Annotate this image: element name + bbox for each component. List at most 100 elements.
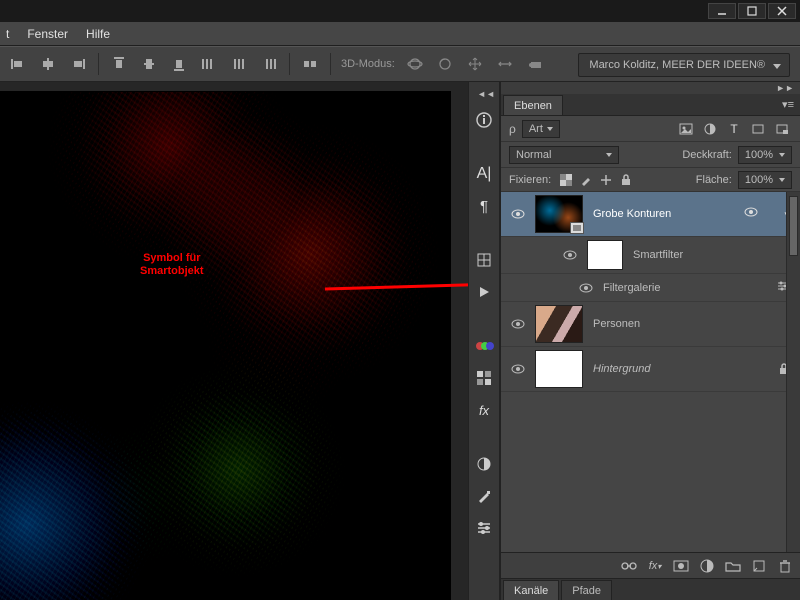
- layer-row[interactable]: Grobe Konturen ▾: [501, 192, 800, 237]
- layer-thumbnail[interactable]: [535, 350, 583, 388]
- blend-mode-dropdown[interactable]: Normal: [509, 146, 619, 164]
- lock-position-icon[interactable]: [599, 173, 613, 187]
- lock-label: Fixieren:: [509, 174, 551, 186]
- tab-paths[interactable]: Pfade: [561, 580, 612, 600]
- blend-mode-label: Normal: [516, 149, 551, 161]
- layer-row[interactable]: Hintergrund: [501, 347, 800, 392]
- workspace-switcher[interactable]: Marco Kolditz, MEER DER IDEEN®: [578, 53, 790, 77]
- 3d-slide-icon[interactable]: [495, 54, 515, 74]
- canvas-area: Symbol für Smartobjekt: [0, 82, 468, 600]
- menu-item-window[interactable]: Fenster: [27, 27, 68, 41]
- character-panel-icon[interactable]: A|: [470, 162, 498, 186]
- lock-row: Fixieren: Fläche: 100%: [501, 168, 800, 192]
- tab-channels[interactable]: Kanäle: [503, 580, 559, 600]
- brush-panel-icon[interactable]: [470, 484, 498, 508]
- layer-filter-row: ρ Art T: [501, 116, 800, 142]
- layer-row[interactable]: Filtergalerie: [501, 274, 800, 302]
- distribute-right-icon[interactable]: [259, 54, 279, 74]
- delete-layer-icon[interactable]: [776, 557, 794, 575]
- layer-mask-icon[interactable]: [672, 557, 690, 575]
- layers-list: Grobe Konturen ▾ Smartfilter Filtergaler…: [501, 192, 800, 552]
- window-minimize-button[interactable]: [708, 3, 736, 19]
- new-layer-icon[interactable]: [750, 557, 768, 575]
- layer-thumbnail[interactable]: [535, 305, 583, 343]
- window-maximize-button[interactable]: [738, 3, 766, 19]
- menu-item-cut[interactable]: t: [6, 27, 9, 41]
- adjustment-layer-icon[interactable]: [698, 557, 716, 575]
- smart-object-badge-icon: [570, 222, 584, 234]
- lock-pixels-icon[interactable]: [579, 173, 593, 187]
- layer-row[interactable]: Smartfilter: [501, 237, 800, 274]
- dock-collapse-button[interactable]: ◄◄: [469, 88, 499, 100]
- 3d-orbit-icon[interactable]: [405, 54, 425, 74]
- filter-adjust-icon[interactable]: [700, 120, 720, 138]
- layers-scrollbar[interactable]: [786, 192, 800, 552]
- grid-panel-icon[interactable]: [470, 248, 498, 272]
- visibility-toggle-icon[interactable]: [511, 317, 525, 331]
- paragraph-panel-icon[interactable]: ¶: [470, 194, 498, 218]
- adjustments-panel-icon[interactable]: [470, 452, 498, 476]
- info-panel-icon[interactable]: [470, 108, 498, 132]
- lock-transparency-icon[interactable]: [559, 173, 573, 187]
- fill-label: Fläche:: [696, 174, 732, 186]
- layer-row[interactable]: Personen: [501, 302, 800, 347]
- visibility-toggle-icon[interactable]: [563, 248, 577, 262]
- visibility-toggle-icon[interactable]: [511, 362, 525, 376]
- swatches-panel-icon[interactable]: [470, 334, 498, 358]
- panel-collapse-button[interactable]: ►►: [501, 82, 800, 94]
- divider: [289, 53, 290, 75]
- opacity-label: Deckkraft:: [682, 149, 732, 161]
- layer-style-icon[interactable]: fx▾: [646, 557, 664, 575]
- properties-panel-icon[interactable]: [470, 516, 498, 540]
- scrollbar-thumb[interactable]: [789, 196, 798, 256]
- 3d-roll-icon[interactable]: [435, 54, 455, 74]
- fill-value: 100%: [745, 174, 773, 186]
- distribute-hcenter-icon[interactable]: [229, 54, 249, 74]
- filter-pixel-icon[interactable]: [676, 120, 696, 138]
- layer-thumbnail[interactable]: [535, 195, 583, 233]
- distribute-left-icon[interactable]: [199, 54, 219, 74]
- filter-shape-icon[interactable]: [748, 120, 768, 138]
- distribute-bottom-icon[interactable]: [169, 54, 189, 74]
- 3d-pan-icon[interactable]: [465, 54, 485, 74]
- align-center-h-icon[interactable]: [38, 54, 58, 74]
- fx-panel-icon[interactable]: fx: [470, 398, 498, 422]
- layer-name: Personen: [593, 318, 790, 330]
- opacity-input[interactable]: 100%: [738, 146, 792, 164]
- styles-panel-icon[interactable]: [470, 366, 498, 390]
- opacity-value: 100%: [745, 149, 773, 161]
- main-area: Symbol für Smartobjekt ◄◄ A| ¶ fx ►► Ebe…: [0, 82, 800, 600]
- tab-layers[interactable]: Ebenen: [503, 95, 563, 115]
- smartfilter-mask-thumbnail[interactable]: [587, 240, 623, 270]
- auto-align-icon[interactable]: [300, 54, 320, 74]
- menu-item-help[interactable]: Hilfe: [86, 27, 110, 41]
- layer-name: Smartfilter: [633, 249, 790, 261]
- layer-name: Grobe Konturen: [593, 208, 734, 220]
- filter-smart-icon[interactable]: [772, 120, 792, 138]
- window-titlebar: [0, 0, 800, 22]
- align-right-icon[interactable]: [68, 54, 88, 74]
- 3d-scale-icon[interactable]: [525, 54, 545, 74]
- distribute-top-icon[interactable]: [109, 54, 129, 74]
- document-canvas[interactable]: [0, 92, 450, 600]
- fill-input[interactable]: 100%: [738, 171, 792, 189]
- window-close-button[interactable]: [768, 3, 796, 19]
- actions-panel-icon[interactable]: [470, 280, 498, 304]
- filter-kind-dropdown[interactable]: Art: [522, 120, 560, 138]
- layer-name: Filtergalerie: [603, 282, 766, 294]
- options-bar: 3D-Modus: Marco Kolditz, MEER DER IDEEN®: [0, 46, 800, 82]
- filter-type-icon[interactable]: T: [724, 120, 744, 138]
- layer-group-icon[interactable]: [724, 557, 742, 575]
- lock-all-icon[interactable]: [619, 173, 633, 187]
- annotation-line1: Symbol für: [140, 252, 204, 265]
- visibility-toggle-icon[interactable]: [511, 207, 525, 221]
- filter-visibility-icon[interactable]: [744, 207, 758, 221]
- visibility-toggle-icon[interactable]: [579, 281, 593, 295]
- align-left-icon[interactable]: [8, 54, 28, 74]
- bottom-panel-tabbar: Kanäle Pfade: [501, 578, 800, 600]
- layers-panel-footer: fx▾: [501, 552, 800, 578]
- distribute-vcenter-icon[interactable]: [139, 54, 159, 74]
- panel-menu-button[interactable]: ▾≡: [782, 98, 794, 111]
- 3d-mode-label: 3D-Modus:: [341, 58, 395, 70]
- link-layers-icon[interactable]: [620, 557, 638, 575]
